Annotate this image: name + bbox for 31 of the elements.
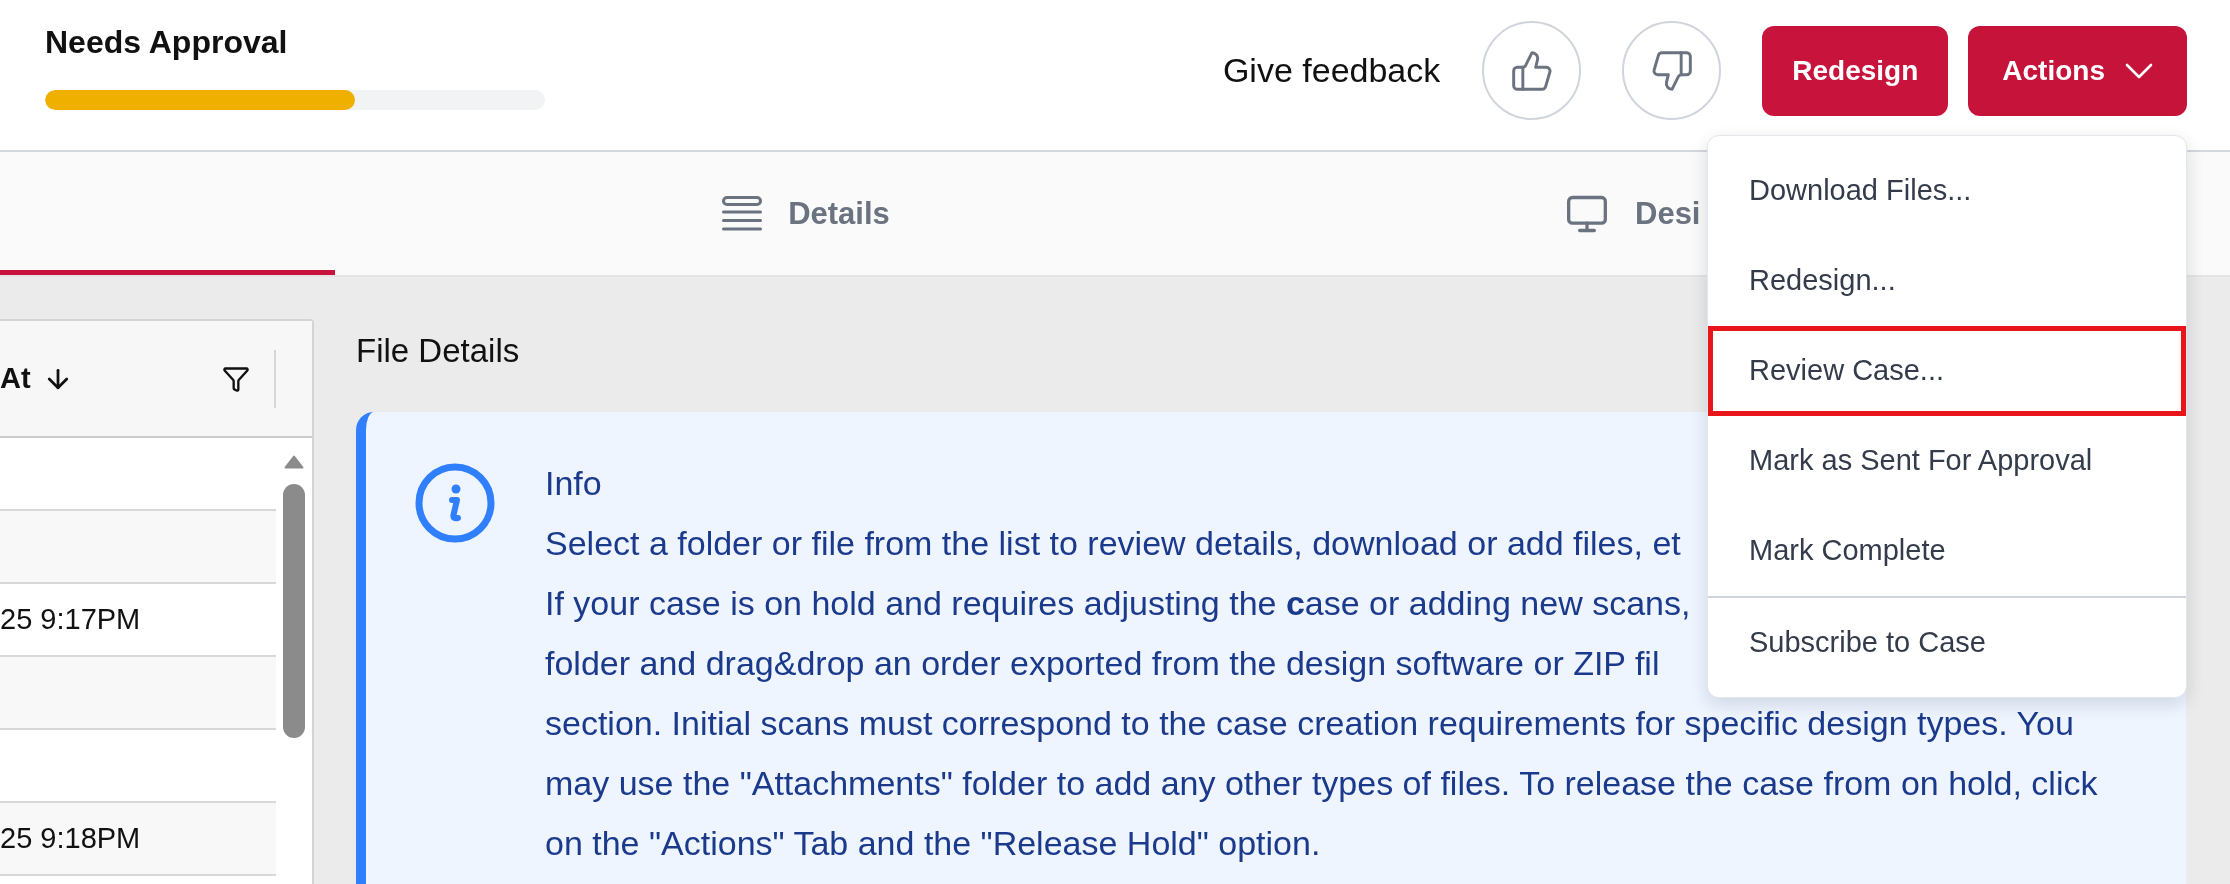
table-row[interactable]: 25 9:18PM — [0, 803, 276, 876]
feedback-label: Give feedback — [1222, 51, 1441, 90]
tab[interactable]: Details — [335, 152, 1277, 275]
menu-item[interactable]: Mark Complete — [1708, 505, 2186, 596]
table-cell: 25 9:18PM — [0, 822, 141, 855]
menu-item[interactable]: Redesign... — [1708, 235, 2186, 326]
actions-button[interactable]: Actions — [1968, 25, 2187, 116]
table-cell: 25 9:17PM — [0, 603, 141, 636]
scrollbar-thumb[interactable] — [283, 484, 305, 738]
tab[interactable]: Desi — [1565, 152, 1701, 275]
info-text: folder and drag&drop an order exported from the design software or ZIP fil — [545, 643, 1660, 683]
info-text: Select a folder or file from the list to review details, download or add files, et — [545, 523, 1681, 563]
info-title: Info — [545, 463, 602, 503]
menu-item[interactable]: Download Files... — [1708, 145, 2186, 236]
section-title: File Details — [356, 331, 520, 371]
info-text: If your case is on hold and requires adjusting the case or adding new scans, — [545, 583, 1691, 623]
status-title: Needs Approval — [45, 23, 288, 62]
column-title[interactable]: At — [0, 362, 31, 395]
info-icon — [415, 463, 495, 543]
menu-item[interactable]: Subscribe to Case — [1708, 597, 2186, 688]
info-text: section. Initial scans must correspond to the case creation requirements for specific design types. You — [545, 703, 2074, 743]
thumbs-up-icon — [1509, 48, 1554, 93]
chevron-down-icon — [2125, 62, 2153, 79]
info-text: may use the "Attachments" folder to add any other types of files. To release the case from on hold, click — [545, 763, 2098, 803]
filter-icon[interactable] — [222, 364, 250, 393]
info-text: on the "Actions" Tab and the "Release Hold" option. — [545, 823, 1321, 863]
menu-item[interactable]: Review Case... — [1708, 325, 2186, 416]
list-icon — [722, 196, 763, 231]
menu-item[interactable]: Mark as Sent For Approval — [1708, 415, 2186, 506]
scroll-up-icon[interactable] — [284, 455, 304, 469]
redesign-button[interactable]: Redesign — [1762, 25, 1949, 116]
